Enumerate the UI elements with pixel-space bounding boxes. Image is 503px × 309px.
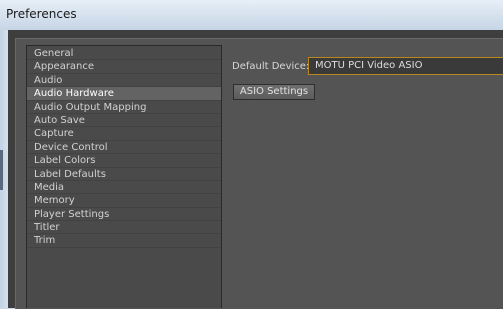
sidebar-item-auto-save[interactable]: Auto Save — [27, 114, 221, 128]
sidebar-item-trim[interactable]: Trim — [27, 234, 221, 248]
category-list: General Appearance Audio Audio Hardware … — [26, 45, 222, 308]
frame-notch — [0, 150, 3, 190]
sidebar-item-audio[interactable]: Audio — [27, 74, 221, 88]
sidebar-item-titler[interactable]: Titler — [27, 221, 221, 235]
sidebar-item-audio-output-mapping[interactable]: Audio Output Mapping — [27, 101, 221, 114]
sidebar-item-media[interactable]: Media — [27, 181, 221, 195]
asio-settings-button[interactable]: ASIO Settings — [233, 84, 315, 100]
sidebar-item-audio-hardware[interactable]: Audio Hardware — [27, 87, 221, 101]
sidebar-item-label-colors[interactable]: Label Colors — [27, 154, 221, 168]
sidebar-item-device-control[interactable]: Device Control — [27, 141, 221, 155]
sidebar-item-capture[interactable]: Capture — [27, 127, 221, 141]
default-device-select[interactable]: MOTU PCI Video ASIO — [308, 57, 503, 75]
default-device-label: Default Device: — [232, 61, 310, 72]
sidebar-item-appearance[interactable]: Appearance — [27, 60, 221, 74]
sidebar-item-memory[interactable]: Memory — [27, 194, 221, 208]
sidebar-item-label-defaults[interactable]: Label Defaults — [27, 168, 221, 181]
sidebar-item-general[interactable]: General — [27, 47, 221, 61]
sidebar-item-player-settings[interactable]: Player Settings — [27, 208, 221, 222]
window-frame — [0, 30, 8, 308]
window-title: Preferences — [6, 7, 77, 21]
window-titlebar[interactable]: Preferences — [0, 0, 503, 31]
